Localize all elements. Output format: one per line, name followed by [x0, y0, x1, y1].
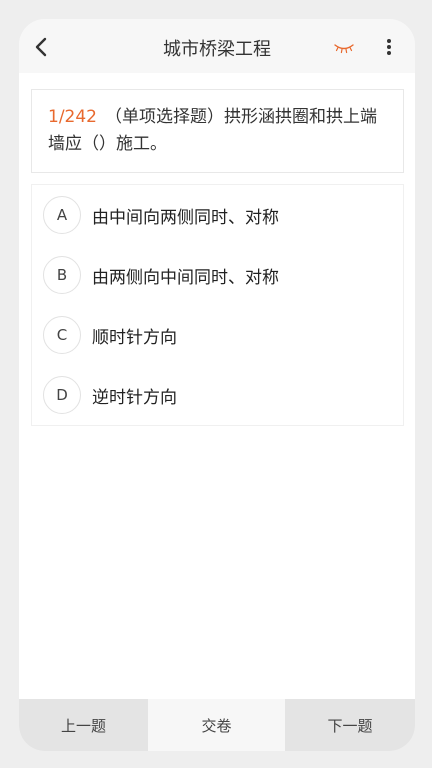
option-text: 顺时针方向	[92, 327, 177, 348]
option-text: 由两侧向中间同时、对称	[92, 267, 279, 288]
option-letter: A	[43, 196, 81, 234]
more-vertical-icon	[387, 39, 391, 55]
submit-button[interactable]: 交卷	[148, 699, 285, 751]
hide-answer-button[interactable]	[332, 39, 356, 57]
options-list: A 由中间向两侧同时、对称 B 由两侧向中间同时、对称 C 顺时针方向 D 逆时…	[31, 184, 404, 426]
more-button[interactable]	[379, 35, 399, 59]
option-d[interactable]: D 逆时针方向	[32, 367, 403, 423]
option-text: 由中间向两侧同时、对称	[92, 207, 279, 228]
prev-question-button[interactable]: 上一题	[19, 699, 148, 751]
option-b[interactable]: B 由两侧向中间同时、对称	[32, 247, 403, 303]
option-letter: C	[43, 316, 81, 354]
option-text: 逆时针方向	[92, 387, 177, 408]
back-button[interactable]	[27, 33, 55, 61]
option-letter: B	[43, 256, 81, 294]
bottom-bar: 上一题 交卷 下一题	[19, 699, 415, 751]
next-question-button[interactable]: 下一题	[285, 699, 415, 751]
eye-closed-icon	[334, 44, 354, 54]
question-area: 1/242 （单项选择题）拱形涵拱圈和拱上端墙应（）施工。 A 由中间向两侧同时、…	[19, 73, 415, 699]
chevron-left-icon	[35, 37, 47, 57]
page-title: 城市桥梁工程	[163, 39, 271, 60]
option-a[interactable]: A 由中间向两侧同时、对称	[32, 187, 403, 243]
option-letter: D	[43, 376, 81, 414]
question-text: （单项选择题）拱形涵拱圈和拱上端墙应（）施工。	[48, 107, 377, 154]
question-index: 1/242	[48, 107, 97, 127]
question-card: 1/242 （单项选择题）拱形涵拱圈和拱上端墙应（）施工。	[31, 89, 404, 173]
option-c[interactable]: C 顺时针方向	[32, 307, 403, 363]
app-screen: 城市桥梁工程 1/242 （单项选择题）拱形涵拱圈和拱上端墙应（）施工。 A 由中…	[19, 19, 415, 751]
top-bar: 城市桥梁工程	[19, 19, 415, 73]
